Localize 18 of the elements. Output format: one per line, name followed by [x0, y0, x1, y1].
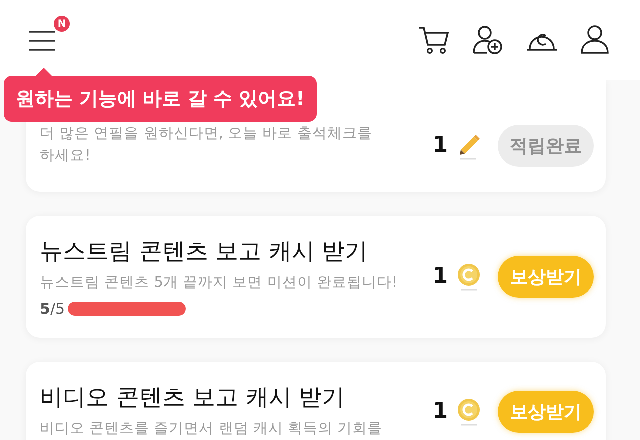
mission-title: 뉴스트림 콘텐츠 보고 캐시 받기	[40, 238, 370, 266]
reward-count: 1	[432, 399, 448, 424]
mission-title: 비디오 콘텐츠 보고 캐시 받기	[40, 384, 346, 414]
reward-count: 1	[432, 264, 448, 290]
tooltip-pointer	[36, 68, 52, 76]
menu-icon[interactable]	[28, 30, 56, 52]
reward-button[interactable]: 보상받기	[498, 256, 594, 298]
tooltip: 원하는 기능에 바로 갈 수 있어요!	[4, 76, 317, 122]
new-badge: N	[54, 16, 70, 32]
mission-description: 비디오 콘텐츠를 즐기면서 랜덤 캐시 획득의 기회를	[40, 420, 383, 440]
progress-count: 5/5	[40, 300, 66, 318]
cart-icon[interactable]	[418, 25, 450, 55]
reward-button[interactable]: 보상받기	[498, 390, 594, 433]
mission-description: 뉴스트림 콘텐츠 5개 끝까지 보면 미션이 완료됩니다!	[40, 274, 398, 292]
add-user-icon[interactable]	[472, 25, 504, 55]
user-icon[interactable]	[580, 25, 610, 55]
mission-description: 더 많은 연필을 원하신다면, 오늘 바로 출석체크를 하세요!	[40, 125, 374, 166]
reward-count: 1	[432, 133, 448, 158]
